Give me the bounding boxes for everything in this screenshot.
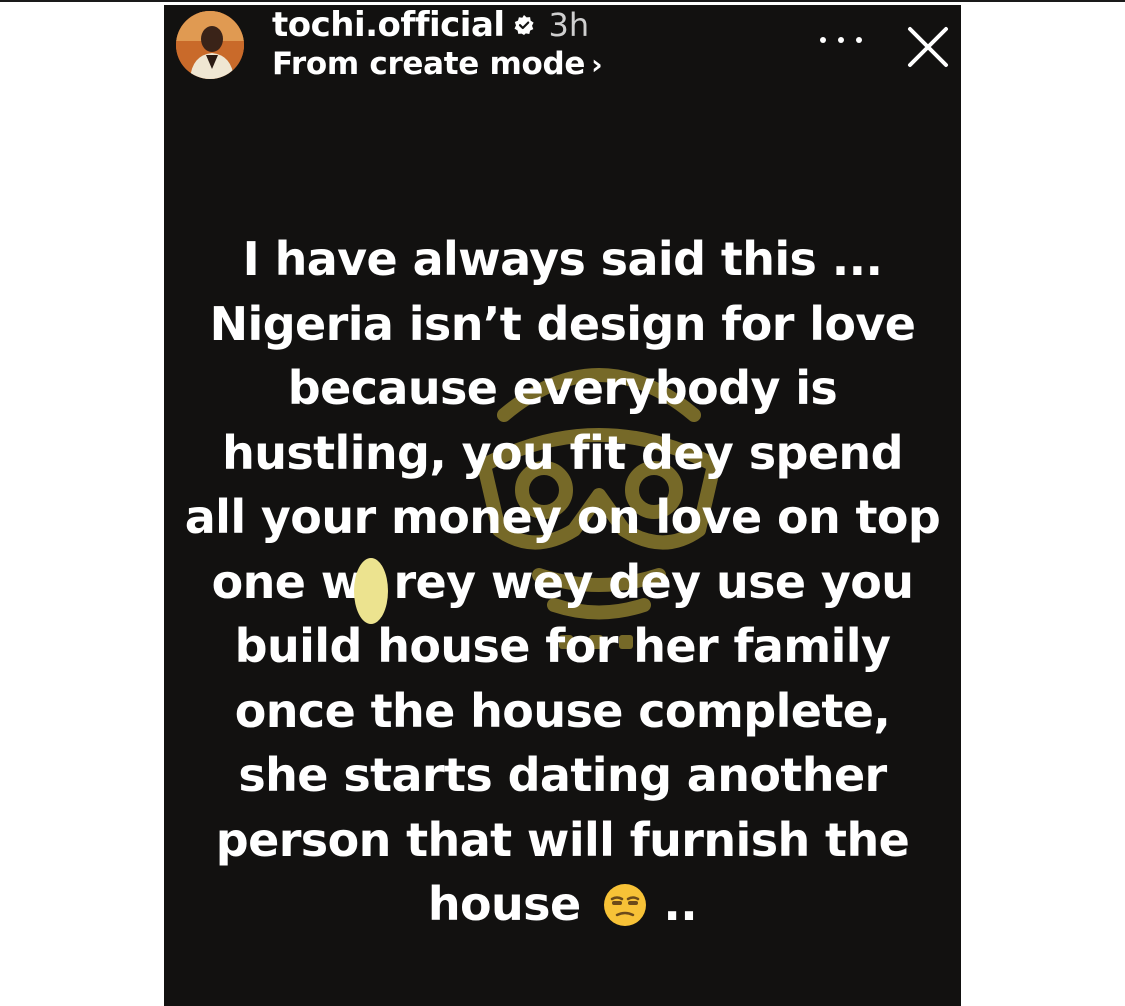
caption-last-line: house ..	[164, 872, 961, 937]
caption-line: Nigeria isn’t design for love	[209, 296, 916, 351]
caption-line: hustling, you fit dey spend	[222, 425, 903, 480]
story-header: tochi.official 3h From create mode ›	[164, 5, 961, 95]
profile-avatar[interactable]	[176, 11, 244, 79]
censor-mark	[354, 558, 388, 624]
avatar-photo-icon	[176, 11, 244, 79]
more-dot	[820, 37, 826, 43]
instagram-story[interactable]: tochi.official 3h From create mode › I h…	[164, 5, 961, 1006]
caption-line: all your money on love on top	[184, 490, 941, 544]
caption-line: person that will furnish the	[215, 812, 910, 867]
story-caption: I have always said this ... Nigeria isn’…	[164, 227, 961, 937]
unamused-face-emoji-icon	[603, 884, 646, 926]
top-divider	[0, 0, 1125, 2]
caption-line: house	[427, 877, 581, 931]
more-options-icon[interactable]	[820, 25, 862, 55]
create-mode-label: From create mode	[272, 46, 586, 82]
username[interactable]: tochi.official	[272, 5, 505, 45]
create-mode-link[interactable]: From create mode ›	[272, 43, 603, 85]
caption-line: build house for her family	[234, 619, 891, 673]
caption-line: she starts dating another	[238, 748, 887, 802]
more-dot	[838, 37, 844, 43]
caption-line: once the house complete,	[234, 683, 891, 738]
caption-line: because everybody is	[287, 361, 838, 415]
chevron-right-icon: ›	[591, 47, 603, 81]
more-dot	[856, 37, 862, 43]
caption-ellipsis: ..	[663, 877, 698, 931]
close-icon[interactable]	[904, 23, 952, 71]
caption-line: one w rey wey dey use you	[211, 554, 914, 609]
user-line: tochi.official 3h	[272, 5, 589, 45]
verified-badge-icon	[514, 15, 534, 35]
caption-line: I have always said this ...	[242, 232, 883, 286]
post-time: 3h	[548, 6, 590, 44]
